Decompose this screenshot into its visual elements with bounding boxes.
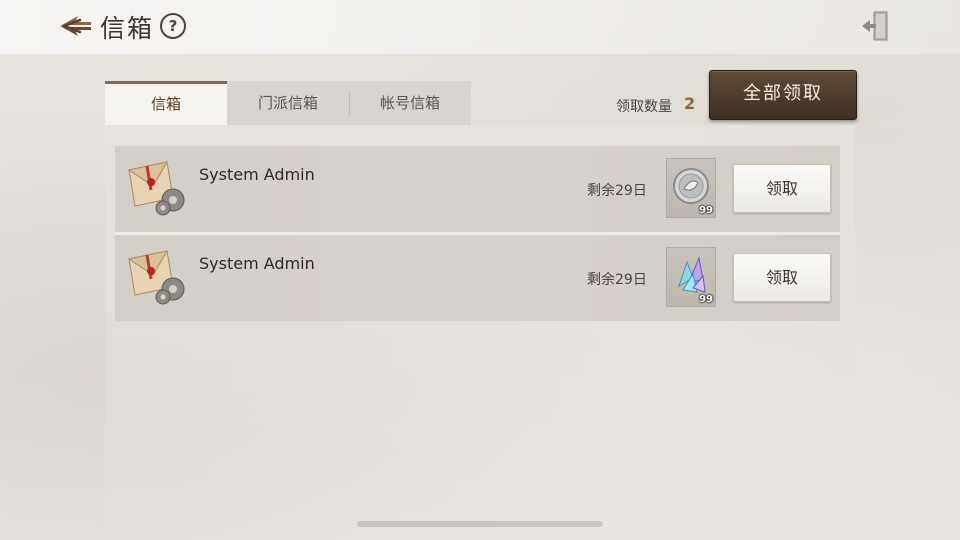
claim-count-value: 2 [684,94,696,113]
mail-sender: System Admin [199,165,315,184]
item-count: 99 [699,294,713,305]
back-button[interactable] [58,12,94,40]
claim-count-label: 领取数量 [616,99,672,115]
help-button[interactable]: ? [160,13,186,39]
mail-row[interactable]: System Admin 剩余29日 99 领取 [115,235,840,321]
reward-item-slot[interactable]: 99 [666,247,716,307]
system-mail-icon [127,250,185,305]
mail-sender: System Admin [199,254,315,273]
mail-days-left: 剩余29日 [587,272,647,288]
tab-sect-mailbox[interactable]: 门派信箱 [227,81,349,125]
mail-tabs: 信箱 门派信箱 帐号信箱 [105,81,471,125]
claim-all-button[interactable]: 全部领取 [709,70,857,120]
exit-door-icon [862,11,888,41]
back-arrow-icon [60,16,91,36]
top-bar: 信箱 ? [0,0,960,54]
mail-row[interactable]: System Admin 剩余29日 99 领取 [115,146,840,232]
tab-mailbox[interactable]: 信箱 [105,81,227,125]
system-mail-icon [127,161,185,216]
reward-item-slot[interactable]: 99 [666,158,716,218]
claim-button[interactable]: 领取 [733,164,831,213]
mail-days-left: 剩余29日 [587,183,647,199]
item-count: 99 [699,205,713,216]
exit-button[interactable] [860,10,890,42]
tab-account-mailbox[interactable]: 帐号信箱 [349,81,471,125]
claim-button[interactable]: 领取 [733,253,831,302]
home-indicator[interactable] [357,521,603,527]
page-title: 信箱 [100,14,155,43]
